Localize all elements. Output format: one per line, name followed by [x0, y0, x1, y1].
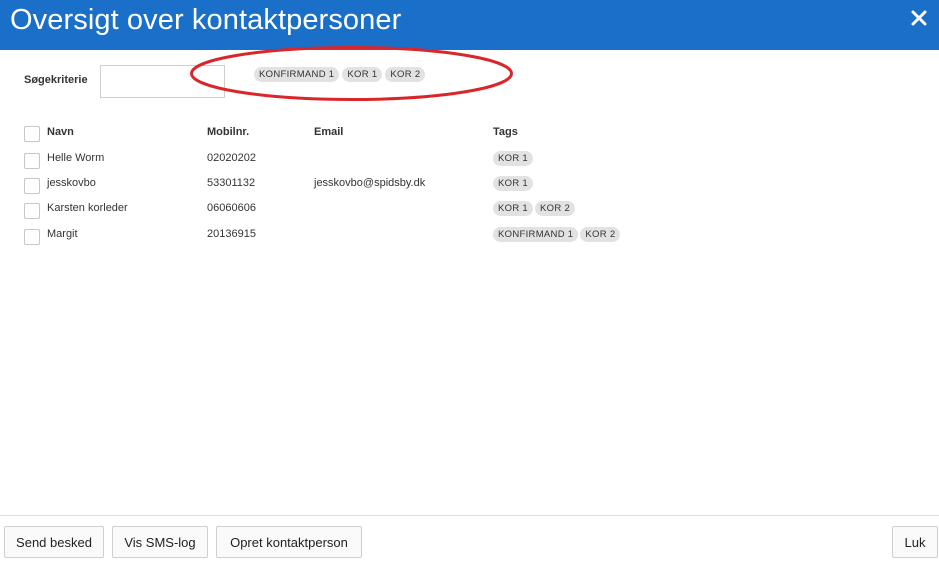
row-checkbox[interactable]: [24, 178, 40, 194]
row-checkbox[interactable]: [24, 229, 40, 245]
contact-phone: 02020202: [207, 152, 256, 164]
contact-phone: 20136915: [207, 228, 256, 240]
select-all-checkbox[interactable]: [24, 126, 40, 142]
column-header-tags[interactable]: Tags: [493, 126, 518, 138]
table-row[interactable]: Helle Worm 02020202 KOR 1: [24, 151, 724, 175]
filter-tag[interactable]: KOR 2: [385, 67, 426, 82]
row-checkbox[interactable]: [24, 203, 40, 219]
close-icon[interactable]: [909, 8, 929, 28]
filter-tag[interactable]: KONFIRMAND 1: [254, 67, 340, 82]
table-row[interactable]: Margit 20136915 KONFIRMAND 1 KOR 2: [24, 227, 724, 252]
contact-phone: 06060606: [207, 202, 256, 214]
filter-tags: KONFIRMAND 1 KOR 1 KOR 2: [254, 67, 426, 82]
filter-tag[interactable]: KOR 1: [342, 67, 383, 82]
contact-tag: KOR 1: [493, 201, 534, 216]
column-header-phone[interactable]: Mobilnr.: [207, 126, 249, 138]
close-button[interactable]: Luk: [892, 526, 938, 558]
contact-tag: KONFIRMAND 1: [493, 227, 579, 242]
search-label: Søgekriterie: [24, 74, 88, 86]
table-row[interactable]: jesskovbo 53301132 jesskovbo@spidsby.dk …: [24, 176, 724, 201]
contact-tags: KOR 1: [493, 176, 534, 191]
page-title: Oversigt over kontaktpersoner: [10, 4, 402, 36]
contact-tags: KOR 1 KOR 2: [493, 201, 576, 216]
contact-name: Margit: [47, 228, 78, 240]
contact-tag: KOR 2: [535, 201, 576, 216]
table-row[interactable]: Karsten korleder 06060606 KOR 1 KOR 2: [24, 201, 724, 226]
contact-phone: 53301132: [207, 177, 256, 189]
contact-email: jesskovbo@spidsby.dk: [314, 177, 426, 189]
contact-name: Helle Worm: [47, 152, 105, 164]
search-input[interactable]: [100, 65, 225, 98]
contact-name: Karsten korleder: [47, 202, 128, 214]
column-header-email[interactable]: Email: [314, 126, 343, 138]
contact-tag: KOR 2: [580, 227, 621, 242]
contact-name: jesskovbo: [47, 177, 96, 189]
contact-tags: KONFIRMAND 1 KOR 2: [493, 227, 621, 242]
row-checkbox[interactable]: [24, 153, 40, 169]
footer-divider: [0, 515, 939, 516]
send-message-button[interactable]: Send besked: [4, 526, 104, 558]
contact-tag: KOR 1: [493, 151, 534, 166]
contact-tag: KOR 1: [493, 176, 534, 191]
column-header-name[interactable]: Navn: [47, 126, 74, 138]
create-contact-button[interactable]: Opret kontaktperson: [216, 526, 362, 558]
contact-tags: KOR 1: [493, 151, 534, 166]
sms-log-button[interactable]: Vis SMS-log: [112, 526, 208, 558]
table-header-row: Navn Mobilnr. Email Tags: [24, 124, 724, 148]
dialog-header: Oversigt over kontaktpersoner: [0, 0, 939, 50]
